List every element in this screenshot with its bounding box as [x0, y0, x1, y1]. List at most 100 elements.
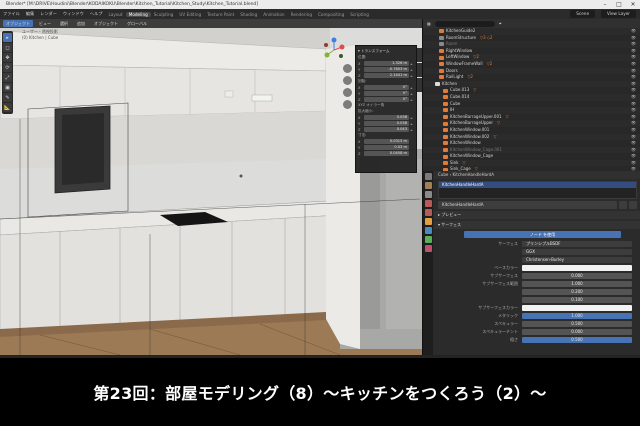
sidebar-tab-view[interactable]: [417, 78, 422, 92]
output-tab-icon[interactable]: [424, 191, 432, 198]
object-menu[interactable]: オブジェクト: [91, 20, 121, 27]
material-slot-selected[interactable]: KitchenHandleHardA: [439, 182, 636, 188]
workspace-tab-rendering[interactable]: Rendering: [288, 12, 315, 17]
property-value-field[interactable]: 0.100: [522, 296, 632, 303]
material-name-field[interactable]: KitchenHandleHardA: [438, 201, 617, 209]
visibility-eye-icon[interactable]: 👁︎: [631, 54, 636, 61]
menu-window[interactable]: ウィンドウ: [60, 11, 87, 17]
property-value-field[interactable]: 1.000: [522, 312, 632, 319]
visibility-eye-icon[interactable]: 👁︎: [631, 147, 636, 154]
property-value-field[interactable]: 1.000: [522, 280, 632, 287]
lock-icon[interactable]: 🔒︎: [409, 128, 414, 132]
sidebar-tab-tool[interactable]: [417, 63, 422, 77]
workspace-tab-texture-paint[interactable]: Texture Paint: [204, 12, 237, 17]
preview-section-header[interactable]: ▸ プレビュー: [434, 211, 640, 219]
select-tool-icon[interactable]: ▸: [3, 33, 12, 42]
visibility-eye-icon[interactable]: 👁︎: [631, 160, 636, 167]
workspace-tab-uv-editing[interactable]: UV Editing: [176, 12, 204, 17]
camera-view-icon[interactable]: [343, 88, 352, 97]
orientation-selector[interactable]: グローバル: [124, 20, 150, 27]
visibility-eye-icon[interactable]: 👁︎: [631, 153, 636, 160]
move-tool-icon[interactable]: ✥: [3, 53, 12, 62]
outliner-item[interactable]: RoomStructure ▽3 ◇2 👁︎: [423, 35, 640, 42]
workspace-tab-sculpting[interactable]: Sculpting: [151, 12, 177, 17]
outliner-item[interactable]: Doors 👁︎: [423, 67, 640, 75]
scene-tab-icon[interactable]: [424, 200, 432, 207]
outliner-item[interactable]: Cube 👁︎: [423, 101, 640, 108]
outliner-item[interactable]: KitchenBarrageUpper ▽ 👁︎: [423, 120, 640, 127]
outliner-item[interactable]: Sink ▽ 👁︎: [423, 159, 640, 167]
visibility-eye-icon[interactable]: 👁︎: [631, 74, 636, 81]
visibility-eye-icon[interactable]: 👁︎: [631, 114, 636, 121]
property-value-field[interactable]: [522, 264, 632, 271]
property-value-field[interactable]: 0.000: [522, 272, 632, 279]
workspace-tab-shading[interactable]: Shading: [237, 12, 260, 17]
menu-render[interactable]: レンダー: [37, 11, 60, 17]
surface-section-header[interactable]: ▾ サーフェス: [434, 221, 640, 229]
object-tab-icon[interactable]: [424, 218, 432, 225]
menu-file[interactable]: ファイル: [0, 11, 23, 17]
scale-y-field[interactable]: 0.038: [364, 121, 409, 126]
visibility-eye-icon[interactable]: 👁︎: [631, 61, 636, 68]
location-x-field[interactable]: 1.326 m: [364, 61, 409, 66]
visibility-eye-icon[interactable]: 👁︎: [631, 81, 636, 88]
outliner-item[interactable]: LeftWindow ▽2 👁︎: [423, 54, 640, 61]
annotate-tool-icon[interactable]: ✎: [3, 93, 12, 102]
pan-hand-icon[interactable]: [343, 76, 352, 85]
lock-icon[interactable]: 🔒︎: [409, 116, 414, 120]
lock-icon[interactable]: 🔒︎: [409, 98, 414, 102]
rotation-y-field[interactable]: 0°: [364, 91, 409, 96]
scale-x-field[interactable]: 0.038: [364, 115, 409, 120]
outliner-item[interactable]: RailLight ▽2 👁︎: [423, 74, 640, 81]
visibility-eye-icon[interactable]: 👁︎: [631, 28, 636, 35]
rotate-tool-icon[interactable]: ⟳: [3, 63, 12, 72]
outliner-item[interactable]: Cube.014 👁︎: [423, 93, 640, 101]
outliner-item[interactable]: Kitchen 👁︎: [423, 80, 640, 88]
world-tab-icon[interactable]: [424, 209, 432, 216]
workspace-tab-compositing[interactable]: Compositing: [315, 12, 347, 17]
rotation-mode-label[interactable]: XYZ オイラー角: [358, 103, 414, 108]
lock-icon[interactable]: 🔒︎: [409, 86, 414, 90]
outliner-item[interactable]: IH 👁︎: [423, 107, 640, 114]
scale-tool-icon[interactable]: ⤢: [3, 73, 12, 82]
visibility-eye-icon[interactable]: 👁︎: [631, 41, 636, 48]
property-value-field[interactable]: GGX: [522, 248, 632, 255]
workspace-tab-layout[interactable]: Layout: [105, 12, 125, 17]
lock-icon[interactable]: 🔒︎: [409, 92, 414, 96]
maximize-button[interactable]: □: [612, 0, 626, 9]
scene-selector[interactable]: Scene: [570, 10, 596, 18]
rotation-z-field[interactable]: 0°: [364, 97, 409, 102]
location-z-field[interactable]: 2.1441 m: [364, 73, 409, 78]
mode-selector[interactable]: オブジェクト: [3, 20, 33, 27]
cursor-tool-icon[interactable]: ◻: [3, 43, 12, 52]
visibility-eye-icon[interactable]: 👁︎: [631, 101, 636, 108]
dimensions-x-field[interactable]: 0.0315 m: [364, 139, 409, 144]
visibility-eye-icon[interactable]: 👁︎: [631, 87, 636, 94]
material-tab-icon[interactable]: [424, 245, 432, 252]
property-value-field[interactable]: 0.500: [522, 336, 632, 343]
location-y-field[interactable]: -0.7803 m: [364, 67, 409, 72]
render-tab-icon[interactable]: [424, 182, 432, 189]
property-value-field[interactable]: [522, 304, 632, 311]
lock-icon[interactable]: 🔒︎: [409, 62, 414, 66]
visibility-eye-icon[interactable]: 👁︎: [631, 94, 636, 101]
outliner-item[interactable]: WindowFrameWall ▽2 👁︎: [423, 61, 640, 68]
view-menu[interactable]: ビュー: [36, 20, 54, 27]
navigation-gizmo-icon[interactable]: [320, 36, 348, 64]
lock-icon[interactable]: 🔒︎: [409, 122, 414, 126]
select-menu[interactable]: 選択: [57, 20, 71, 27]
unlink-material-icon[interactable]: [629, 201, 637, 209]
modifier-tab-icon[interactable]: [424, 227, 432, 234]
display-mode-icon[interactable]: ▦: [427, 21, 431, 26]
zoom-icon[interactable]: [343, 64, 352, 73]
visibility-eye-icon[interactable]: 👁︎: [631, 48, 636, 55]
property-value-field[interactable]: プリンシプルBSDF: [522, 240, 632, 247]
property-value-field[interactable]: 0.500: [522, 320, 632, 327]
visibility-eye-icon[interactable]: 👁︎: [631, 120, 636, 127]
visibility-eye-icon[interactable]: 👁︎: [631, 140, 636, 147]
visibility-eye-icon[interactable]: 👁︎: [631, 68, 636, 75]
outliner-search-input[interactable]: [434, 20, 495, 27]
filter-icon[interactable]: ⏷: [499, 21, 502, 26]
outliner-item[interactable]: Cube.013 ▽ 👁︎: [423, 87, 640, 94]
material-slot-list[interactable]: KitchenHandleHardA: [438, 181, 637, 199]
